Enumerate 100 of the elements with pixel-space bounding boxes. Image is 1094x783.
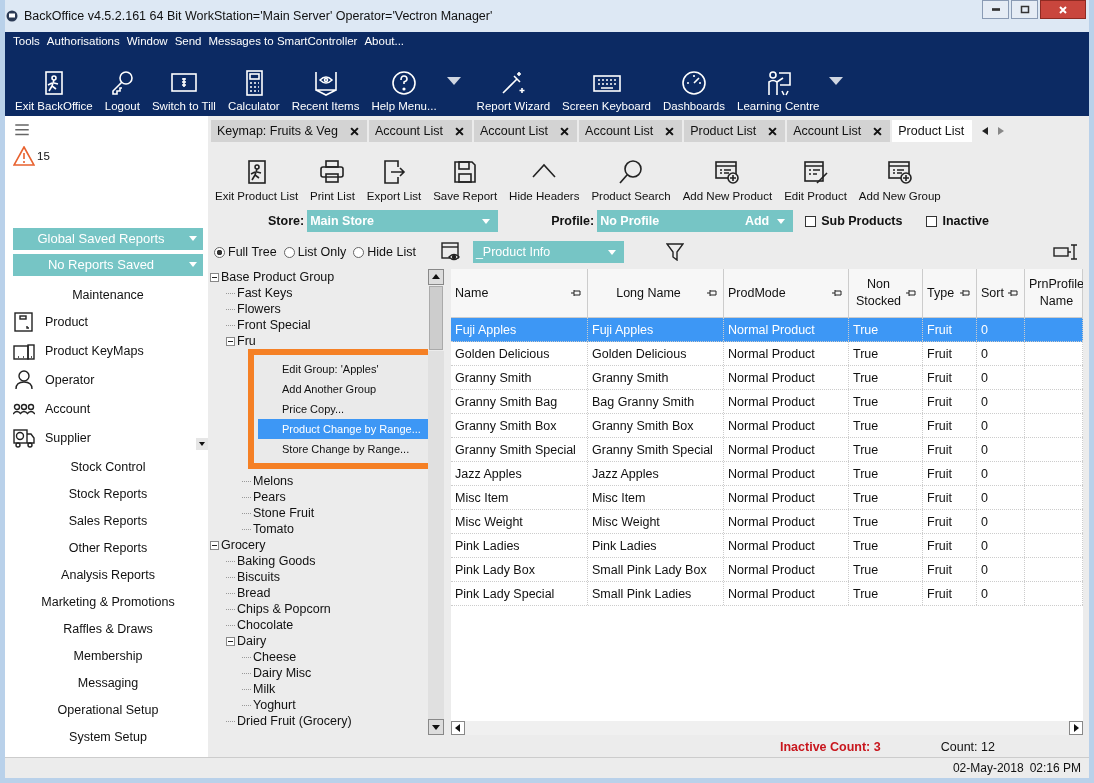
tab[interactable]: Account List [579,120,683,142]
menu-item[interactable]: Authorisations [46,35,120,47]
tree-item[interactable]: Pears [253,490,286,505]
column-header[interactable]: Type [923,269,977,318]
menu-item[interactable]: Tools [13,35,40,47]
close-icon[interactable] [455,126,464,136]
sidebar-section[interactable]: Analysis Reports [61,568,155,595]
scrollbar-thumb[interactable] [429,286,443,351]
toolbar-button[interactable]: Dashboards [659,69,729,112]
sidebar-section[interactable]: Other Reports [68,541,148,568]
toolbar-button[interactable]: Recent Items [287,69,364,112]
toolbar-button[interactable]: Product Search [588,158,674,202]
pin-icon[interactable] [960,289,970,298]
sidebar-section[interactable]: Messaging [77,676,139,703]
tree-item[interactable]: Front Special [237,318,311,333]
scroll-left-arrow[interactable] [982,127,989,135]
tree-item[interactable]: Bread [237,586,271,601]
table-row[interactable]: Granny Smith Box Granny Smith Box Normal Product True Fruit 0 [451,414,1083,439]
close-icon[interactable] [873,126,883,136]
column-header[interactable]: Sort [977,269,1025,318]
sidebar-section[interactable]: Raffles & Draws [63,622,153,649]
sidebar-section[interactable]: Marketing & Promotions [41,595,175,622]
sidebar-item[interactable]: Supplier [13,423,208,452]
toolbar-button[interactable]: Edit Product [781,158,850,202]
collapse-toggle-icon[interactable] [226,636,235,646]
toolbar-button[interactable]: Help Menu... [367,69,441,112]
tree-item[interactable]: Flowers [237,302,281,317]
table-row[interactable]: Misc Weight Misc Weight Normal Product True Fruit 0 [451,510,1083,535]
table-row[interactable]: Golden Delicious Golden Delicious Normal Product True Fruit 0 [451,342,1083,367]
toolbar-button[interactable]: Export List [363,158,425,202]
tree-item[interactable]: Dairy Misc [253,666,312,681]
warning-icon[interactable] [13,145,35,166]
close-icon[interactable] [665,126,675,136]
table-row[interactable]: Pink Lady Box Small Pink Lady Box Normal Product True Fruit 0 [451,558,1083,583]
column-header[interactable]: Long Name [588,269,724,318]
table-row[interactable]: Granny Smith Granny Smith Normal Product True Fruit 0 [451,366,1083,391]
tree-item[interactable]: Fast Keys [237,286,293,301]
column-header[interactable]: PrnProfile Name [1025,269,1083,318]
sidebar-item[interactable]: Operator [13,365,208,395]
radio-button[interactable] [214,246,225,258]
sidebar-item[interactable]: Product [13,307,208,337]
sidebar-item[interactable]: Product KeyMaps [13,336,208,366]
pin-icon[interactable] [571,289,581,298]
sidebar-section[interactable]: Sales Reports [68,514,148,541]
tree-item[interactable]: Cheese [253,650,297,665]
tab[interactable]: Keymap: Fruits & Veg [211,120,367,142]
dropdown-arrow-icon[interactable] [829,77,844,85]
checkbox[interactable] [805,215,817,227]
tab[interactable]: Account List [474,120,578,142]
tree-item[interactable]: Biscuits [237,570,281,585]
pin-icon[interactable] [906,289,916,298]
close-icon[interactable] [349,126,359,136]
radio-button[interactable] [283,246,295,258]
toolbar-button[interactable]: Learning Centre [733,69,824,112]
toolbar-button[interactable]: Add New Group [855,158,944,202]
toolbar-button[interactable]: Report Wizard [472,69,555,112]
pin-icon[interactable] [1008,289,1018,298]
tree-item[interactable]: Melons [253,474,294,489]
menu-icon[interactable] [15,124,29,136]
column-header[interactable]: Non Stocked [849,269,923,318]
checkbox[interactable] [926,215,938,227]
tree-item[interactable]: Fru [237,334,256,349]
pin-icon[interactable] [832,289,842,298]
tree-item[interactable]: Grocery [221,538,266,553]
sidebar-section[interactable]: Stock Reports [68,487,148,514]
dropdown-arrow-icon[interactable] [446,77,461,85]
radio-button[interactable] [353,246,365,258]
toolbar-button[interactable]: Add New Product [679,158,776,202]
tree-item[interactable]: Dried Fruit (Grocery) [237,714,352,729]
sidebar-section[interactable]: Stock Control [70,460,146,487]
menu-item[interactable]: About... [364,35,405,47]
menu-item[interactable]: Window [126,35,168,47]
tree-item[interactable]: Chocolate [237,618,294,633]
tree-item[interactable]: Stone Fruit [253,506,315,521]
table-row[interactable]: Misc Item Misc Item Normal Product True Fruit 0 [451,486,1083,511]
toolbar-button[interactable]: Exit BackOffice [11,69,97,112]
pin-icon[interactable] [707,289,717,298]
table-row[interactable]: Granny Smith Special Granny Smith Special Normal Product True Fruit 0 [451,438,1083,463]
sidebar-item[interactable]: Account [13,394,208,424]
toolbar-button[interactable]: Save Report [430,158,501,202]
collapse-toggle-icon[interactable] [210,272,219,282]
context-menu-item[interactable]: Price Copy... [258,399,428,420]
column-header[interactable]: Name [451,269,588,318]
tree-item[interactable]: Dairy [237,634,267,649]
context-menu-item[interactable]: Add Another Group [258,379,428,400]
toolbar-button[interactable]: Hide Headers [506,158,583,202]
table-row[interactable]: Pink Ladies Pink Ladies Normal Product True Fruit 0 [451,534,1083,559]
collapse-toggle-icon[interactable] [226,336,235,346]
toolbar-button[interactable]: Screen Keyboard [558,69,655,112]
column-header[interactable]: ProdMode [724,269,849,318]
sidebar-section[interactable]: System Setup [69,730,147,757]
toolbar-button[interactable]: Switch to Till [147,69,220,112]
context-menu-item[interactable]: Store Change by Range... [258,439,428,460]
tree-item[interactable]: Tomato [253,522,294,537]
tree-item[interactable]: Yoghurt [253,698,296,713]
tree-item[interactable]: Base Product Group [221,270,335,285]
column-chooser-icon[interactable] [1053,244,1079,261]
toolbar-button[interactable]: Calculator [223,69,284,112]
table-row[interactable]: Jazz Apples Jazz Apples Normal Product True Fruit 0 [451,462,1083,487]
filter-icon[interactable] [665,243,684,262]
